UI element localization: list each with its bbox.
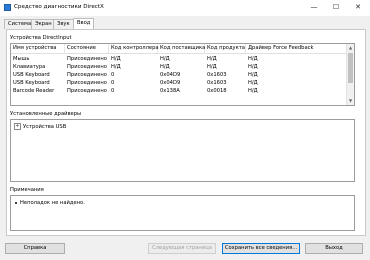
tree-item-usb-devices[interactable]: + Устройства USB xyxy=(14,123,66,130)
cell-ff-driver: Н/Д xyxy=(248,88,258,94)
cell-status: Присоединено xyxy=(67,56,107,62)
column-controller-id[interactable]: Код контроллера xyxy=(109,44,159,53)
cell-controller-id: 0 xyxy=(111,80,115,86)
close-button[interactable]: ✕ xyxy=(347,0,369,16)
scroll-up-icon[interactable]: ▲ xyxy=(347,44,354,52)
cell-status: Присоединено xyxy=(67,88,107,94)
cell-status: Присоединено xyxy=(67,64,107,70)
cell-device-name: Клавиатура xyxy=(13,64,46,70)
cell-product-id: Н/Д xyxy=(207,64,217,70)
cell-vendor-id: 0x04D9 xyxy=(160,72,181,78)
cell-device-name: Barcode Reader xyxy=(13,88,55,94)
cell-device-name: Мышь xyxy=(13,56,30,62)
column-ff-driver[interactable]: Драйвер Force Feedback xyxy=(246,44,347,53)
save-all-info-button[interactable]: Сохранить все сведения... xyxy=(222,243,300,254)
tree-item-label: Устройства USB xyxy=(23,124,67,130)
column-product-id[interactable]: Код продукта xyxy=(205,44,246,53)
cell-vendor-id: Н/Д xyxy=(160,56,170,62)
title-bar: Средство диагностики DirectX — ☐ ✕ xyxy=(0,0,370,16)
next-page-button[interactable]: Следующая страница xyxy=(148,243,216,254)
minimize-button[interactable]: — xyxy=(303,0,325,16)
table-row[interactable]: USB Keyboard Присоединено 0 0x04D9 0x160… xyxy=(11,71,347,79)
cell-ff-driver: Н/Д xyxy=(248,80,258,86)
drivers-tree[interactable]: + Устройства USB xyxy=(10,119,355,182)
window-title: Средство диагностики DirectX xyxy=(14,4,104,10)
tab-sound[interactable]: Звук xyxy=(53,19,74,29)
cell-product-id: 0x1603 xyxy=(207,72,227,78)
exit-button[interactable]: Выход xyxy=(305,243,363,254)
cell-product-id: 0x1603 xyxy=(207,80,227,86)
scrollbar-thumb[interactable] xyxy=(348,53,353,83)
help-button[interactable]: Справка xyxy=(5,243,65,254)
cell-vendor-id: 0x138A xyxy=(160,88,180,94)
cell-controller-id: 0 xyxy=(111,88,115,94)
bullet-icon xyxy=(15,201,17,204)
directinput-device-list[interactable]: Имя устройства Состояние Код контроллера… xyxy=(10,43,355,106)
cell-ff-driver: Н/Д xyxy=(248,64,258,70)
list-header: Имя устройства Состояние Код контроллера… xyxy=(11,44,347,54)
directinput-group-title: Устройства DirectInput xyxy=(10,35,72,41)
cell-controller-id: 0 xyxy=(111,72,115,78)
directx-app-icon xyxy=(4,4,11,11)
table-row[interactable]: Barcode Reader Присоединено 0 0x138A 0x0… xyxy=(11,87,347,95)
note-item: Неполадок не найдено. xyxy=(15,200,85,206)
scroll-down-icon[interactable]: ▼ xyxy=(347,97,354,105)
cell-device-name: USB Keyboard xyxy=(13,72,50,78)
notes-group-title: Примечания xyxy=(10,187,44,193)
column-device-name[interactable]: Имя устройства xyxy=(11,44,65,53)
table-row[interactable]: Клавиатура Присоединено Н/Д Н/Д Н/Д Н/Д xyxy=(11,63,347,71)
column-vendor-id[interactable]: Код поставщика xyxy=(158,44,205,53)
cell-vendor-id: 0x04D9 xyxy=(160,80,181,86)
cell-device-name: USB Keyboard xyxy=(13,80,50,86)
cell-ff-driver: Н/Д xyxy=(248,56,258,62)
cell-status: Присоединено xyxy=(67,80,107,86)
cell-controller-id: Н/Д xyxy=(111,56,121,62)
table-row[interactable]: Мышь Присоединено Н/Д Н/Д Н/Д Н/Д xyxy=(11,55,347,63)
device-list-scrollbar[interactable]: ▲ ▼ xyxy=(346,44,354,105)
drivers-group-title: Установленные драйверы xyxy=(10,111,82,117)
cell-status: Присоединено xyxy=(67,72,107,78)
tab-display[interactable]: Экран xyxy=(31,19,56,29)
cell-controller-id: Н/Д xyxy=(111,64,121,70)
note-text: Неполадок не найдено. xyxy=(20,200,85,206)
expand-plus-icon[interactable]: + xyxy=(14,123,21,130)
column-status[interactable]: Состояние xyxy=(65,44,109,53)
notes-box: Неполадок не найдено. xyxy=(10,195,355,231)
cell-vendor-id: Н/Д xyxy=(160,64,170,70)
tab-input[interactable]: Ввод xyxy=(73,18,95,29)
cell-product-id: Н/Д xyxy=(207,56,217,62)
table-row[interactable]: USB Keyboard Присоединено 0 0x04D9 0x160… xyxy=(11,79,347,87)
maximize-button[interactable]: ☐ xyxy=(325,0,347,16)
cell-ff-driver: Н/Д xyxy=(248,72,258,78)
cell-product-id: 0x0018 xyxy=(207,88,227,94)
